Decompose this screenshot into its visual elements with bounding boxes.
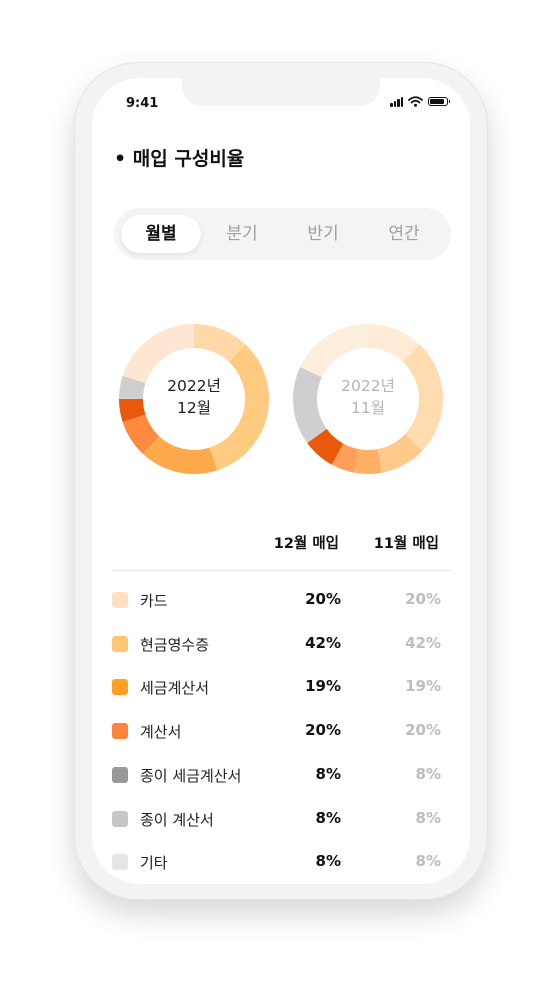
legend-swatch [112,766,128,783]
legend-label: 카드 [140,592,168,610]
phone-notch [182,78,380,106]
legend-row: 계산서 20% 20% [112,719,441,743]
legend-row: 카드 20% 20% [112,588,441,612]
donut-november-label: 2022년 11월 [292,375,444,419]
tab-quarterly[interactable]: 분기 [202,215,282,253]
table-divider [112,570,451,571]
legend-label: 계산서 [140,723,182,742]
legend-swatch [112,723,128,740]
december-value: 8% [315,852,341,871]
legend-swatch [112,854,128,871]
december-value: 19% [305,677,341,696]
signal-icon [390,96,403,107]
legend-label: 종이 계산서 [140,810,214,829]
section-title: • 매입 구성비율 [114,144,244,171]
november-value: 19% [405,677,441,696]
tab-half-year[interactable]: 반기 [283,215,363,253]
legend-row: 기타 8% 8% [112,850,441,874]
december-value: 8% [315,808,341,827]
legend-swatch [112,810,128,827]
november-value: 42% [405,633,441,652]
donut-december-label: 2022년 12월 [118,375,270,419]
legend-label: 기타 [140,854,168,873]
legend-row: 현금영수증 42% 42% [112,632,441,656]
header-november-purchase: 11월 매입 [373,536,439,552]
legend-row: 종이 세금계산서 8% 8% [112,763,441,787]
donut-december: 2022년 12월 [118,323,270,475]
november-value: 8% [415,852,441,871]
period-segmented-control: 월별 분기 반기 연간 [114,208,451,260]
donut-december-month: 12월 [177,399,211,417]
december-value: 20% [305,721,341,740]
phone-screen: 9:41 • 매입 구성비율 월별 분기 반기 연간 2022년 12월 202… [92,78,470,884]
tab-monthly[interactable]: 월별 [121,215,201,253]
battery-icon [428,97,450,106]
legend-swatch [112,592,128,608]
status-icons [390,96,450,107]
december-value: 8% [315,764,341,783]
tab-yearly[interactable]: 연간 [364,215,444,253]
november-value: 20% [405,721,441,740]
wifi-icon [408,96,423,107]
legend-swatch [112,679,128,696]
status-time: 9:41 [126,96,159,111]
november-value: 8% [415,808,441,827]
donut-november-month: 11월 [351,399,385,417]
title-bullet: • [114,148,127,170]
november-value: 20% [405,590,441,608]
header-december-purchase: 12월 매입 [273,536,339,552]
december-value: 20% [305,590,341,608]
november-value: 8% [415,764,441,783]
legend-label: 세금계산서 [140,679,210,698]
legend-swatch [112,635,128,652]
donut-november: 2022년 11월 [292,323,444,475]
donut-december-year: 2022년 [167,377,221,395]
donut-november-year: 2022년 [341,377,395,395]
legend-row: 종이 계산서 8% 8% [112,807,441,831]
legend-label: 현금영수증 [140,635,210,654]
title-text: 매입 구성비율 [132,148,245,170]
legend-row: 세금계산서 19% 19% [112,675,441,699]
legend-label: 종이 세금계산서 [140,766,242,785]
december-value: 42% [305,633,341,652]
